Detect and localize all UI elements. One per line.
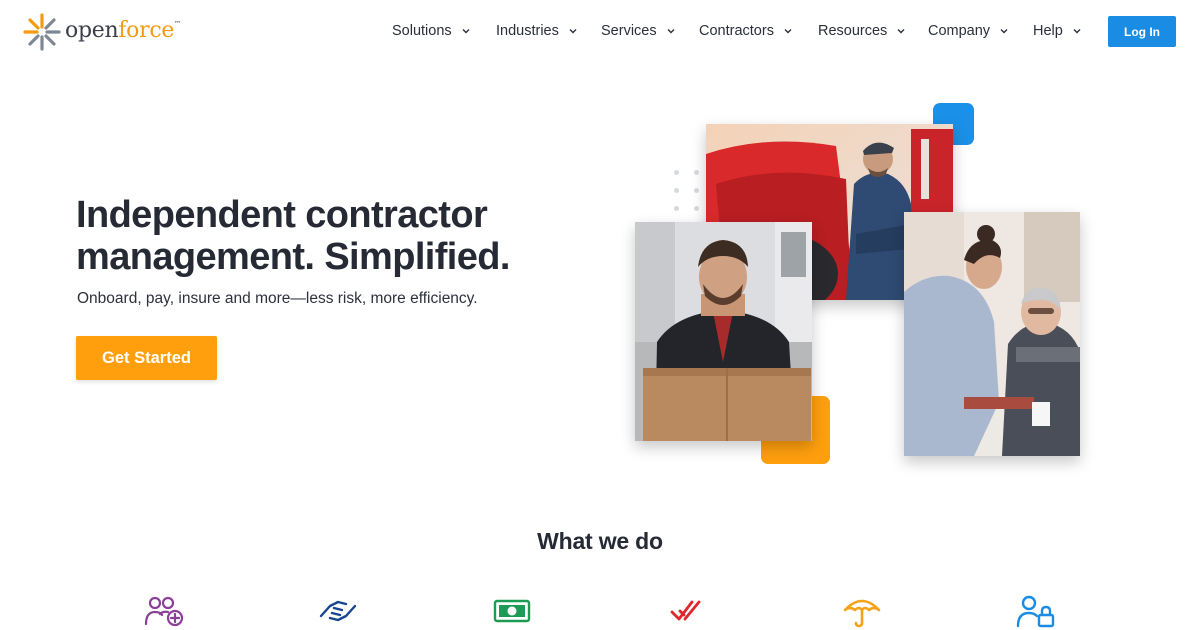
nav-item-company[interactable]: Company bbox=[928, 17, 1009, 45]
hero-title-line-1: Independent contractor bbox=[76, 194, 488, 236]
nav-item-solutions[interactable]: Solutions bbox=[392, 17, 471, 45]
nav-item-contractors[interactable]: Contractors bbox=[699, 17, 793, 45]
nav-label: Solutions bbox=[392, 23, 452, 39]
nav-item-help[interactable]: Help bbox=[1033, 17, 1082, 45]
add-users-icon[interactable] bbox=[144, 594, 184, 628]
chevron-down-icon bbox=[1000, 29, 1008, 34]
nav-item-services[interactable]: Services bbox=[601, 17, 676, 45]
chevron-down-icon bbox=[784, 29, 792, 34]
hero-title: Independent contractor management. Simpl… bbox=[76, 194, 556, 278]
nav-label: Company bbox=[928, 23, 991, 39]
umbrella-icon[interactable] bbox=[842, 594, 882, 628]
main-nav: Solutions Industries Services Contractor… bbox=[0, 17, 1200, 45]
user-lock-icon[interactable] bbox=[1016, 594, 1056, 628]
nav-item-resources[interactable]: Resources bbox=[818, 17, 906, 45]
chevron-down-icon bbox=[1073, 29, 1081, 34]
section-title: What we do bbox=[537, 528, 663, 554]
handshake-icon[interactable] bbox=[318, 594, 358, 628]
caregiver-photo bbox=[904, 212, 1080, 456]
nav-item-industries[interactable]: Industries bbox=[496, 17, 578, 45]
double-check-icon[interactable] bbox=[666, 594, 706, 628]
decorative-dot-grid bbox=[672, 170, 708, 218]
chevron-down-icon bbox=[569, 29, 577, 34]
nav-label: Industries bbox=[496, 23, 559, 39]
chevron-down-icon bbox=[462, 29, 470, 34]
chevron-down-icon bbox=[897, 29, 905, 34]
login-button[interactable]: Log In bbox=[1108, 16, 1176, 47]
hero-title-line-2: management. Simplified. bbox=[76, 236, 510, 278]
get-started-button[interactable]: Get Started bbox=[76, 336, 217, 380]
hero-subtitle: Onboard, pay, insure and more—less risk,… bbox=[77, 290, 478, 307]
nav-label: Help bbox=[1033, 23, 1063, 39]
money-bill-icon[interactable] bbox=[492, 594, 532, 628]
delivery-worker-photo bbox=[635, 222, 812, 441]
site-header: openforce™ Solutions Industries Services… bbox=[0, 0, 1200, 64]
nav-label: Contractors bbox=[699, 23, 774, 39]
nav-label: Services bbox=[601, 23, 657, 39]
nav-label: Resources bbox=[818, 23, 888, 39]
chevron-down-icon bbox=[667, 29, 675, 34]
